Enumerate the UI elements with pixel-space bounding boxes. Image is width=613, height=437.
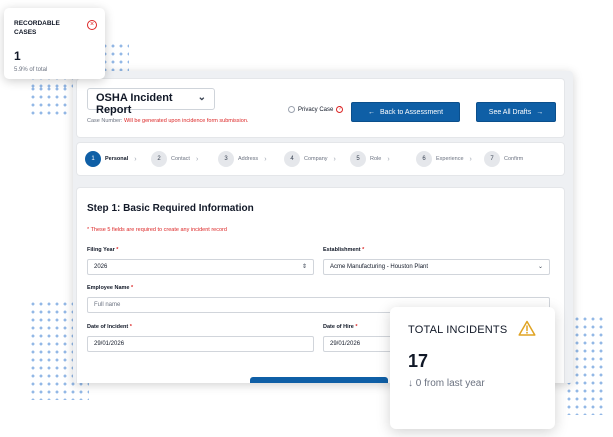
step-number: 2 — [151, 151, 167, 167]
step-address[interactable]: 3 Address › — [218, 151, 267, 167]
step-number: 1 — [85, 151, 101, 167]
see-all-drafts-label: See All Drafts — [488, 108, 532, 116]
employee-name-placeholder: Full name — [94, 302, 121, 308]
filing-year-label-text: Filing Year — [87, 247, 115, 253]
chevron-right-icon: › — [333, 155, 336, 163]
form-title: Step 1: Basic Required Information — [87, 203, 254, 214]
case-number-value: Will be generated upon incidence form su… — [124, 118, 249, 124]
step-number: 6 — [416, 151, 432, 167]
up-down-arrows-icon[interactable]: ⇕ — [302, 263, 307, 270]
step-personal[interactable]: 1 Personal › — [85, 151, 137, 167]
form-stepper: 1 Personal › 2 Contact › 3 Address › 4 C… — [77, 143, 564, 175]
chevron-right-icon: › — [195, 155, 199, 163]
employee-name-label: Employee Name * — [87, 285, 133, 291]
privacy-case-checkbox[interactable] — [288, 106, 295, 113]
case-number-label: Case Number: — [87, 118, 123, 124]
chevron-right-icon: › — [469, 155, 472, 163]
date-of-hire-label-text: Date of Hire — [323, 324, 354, 330]
total-incidents-subtitle: ↓ 0 from last year — [408, 378, 485, 389]
required-mark: * — [131, 285, 134, 291]
case-number-line: Case Number: Will be generated upon inci… — [87, 118, 248, 124]
step-contact[interactable]: 2 Contact › — [151, 151, 198, 167]
see-all-drafts-button[interactable]: See All Drafts → — [476, 102, 556, 122]
report-type-value: OSHA Incident Report — [96, 92, 173, 116]
date-of-incident-value: 29/01/2026 — [94, 341, 125, 347]
recordable-cases-card: RECORDABLE CASES × 1 5.9% of total — [4, 8, 105, 79]
recordable-cases-subtitle: 5.9% of total — [14, 67, 48, 73]
total-incidents-title: TOTAL INCIDENTS — [408, 324, 508, 336]
filing-year-label: Filing Year * — [87, 247, 118, 253]
total-incidents-value: 17 — [408, 351, 429, 371]
privacy-case-toggle[interactable]: Privacy Case ? — [288, 106, 344, 113]
report-header: OSHA Incident Report ⌄ Case Number: Will… — [77, 79, 564, 137]
step-role[interactable]: 5 Role › — [350, 151, 390, 167]
required-mark: * — [355, 324, 358, 330]
back-to-assessment-button[interactable]: ← Back to Assessment — [351, 102, 460, 122]
date-of-incident-label-text: Date of Incident — [87, 324, 129, 330]
date-of-incident-label: Date of Incident * — [87, 324, 132, 330]
page-canvas: OSHA Incident Report ⌄ Case Number: Will… — [0, 0, 613, 437]
step-label: Address — [238, 156, 259, 162]
decor-dots-left — [29, 85, 69, 115]
establishment-value: Acme Manufacturing - Houston Plant — [330, 264, 429, 270]
recordable-cases-title: RECORDABLE CASES — [14, 20, 60, 36]
required-mark: * — [129, 324, 132, 330]
step-label: Contact — [171, 156, 190, 162]
step-label: Personal — [105, 156, 129, 162]
step-company[interactable]: 4 Company › — [284, 151, 336, 167]
filing-year-stepper[interactable]: 2026 ⇕ — [87, 259, 314, 275]
arrow-left-icon: ← — [367, 108, 375, 116]
date-of-hire-label: Date of Hire * — [323, 324, 358, 330]
step-number: 5 — [350, 151, 366, 167]
employee-name-label-text: Employee Name — [87, 285, 130, 291]
date-of-hire-value: 29/01/2026 — [330, 341, 361, 347]
chevron-right-icon: › — [264, 155, 267, 163]
filing-year-value: 2026 — [94, 264, 108, 270]
chevron-right-icon: › — [387, 155, 390, 163]
report-type-select[interactable]: OSHA Incident Report ⌄ — [87, 88, 215, 116]
arrow-right-icon: → — [536, 108, 544, 116]
privacy-case-label: Privacy Case — [298, 106, 334, 113]
chevron-down-icon: ⌄ — [197, 92, 206, 103]
back-to-assessment-label: Back to Assessment — [379, 108, 444, 116]
step-label: Role — [370, 156, 382, 162]
step-number: 4 — [284, 151, 300, 167]
establishment-label: Establishment * — [323, 247, 364, 253]
date-of-incident-input[interactable]: 29/01/2026 — [87, 336, 314, 352]
warning-icon — [518, 320, 536, 336]
step-confirm[interactable]: 7 Confirm — [484, 151, 523, 167]
step-label: Experience — [436, 156, 464, 162]
total-incidents-card: TOTAL INCIDENTS 17 ↓ 0 from last year — [390, 307, 555, 429]
close-circle-icon: × — [87, 20, 97, 30]
chevron-down-icon: ⌄ — [537, 264, 543, 270]
chevron-right-icon: › — [134, 155, 137, 163]
step-number: 3 — [218, 151, 234, 167]
help-icon[interactable]: ? — [336, 106, 344, 113]
step-label: Company — [304, 156, 328, 162]
required-mark: * — [362, 247, 365, 253]
step-number: 7 — [484, 151, 500, 167]
step-label: Confirm — [504, 156, 524, 162]
establishment-select[interactable]: Acme Manufacturing - Houston Plant ⌄ — [323, 259, 550, 275]
step-experience[interactable]: 6 Experience › — [416, 151, 472, 167]
required-mark: * — [116, 247, 119, 253]
establishment-label-text: Establishment — [323, 247, 361, 253]
submit-button[interactable] — [250, 377, 388, 383]
required-fields-note: * These 5 fields are required to create … — [87, 227, 227, 233]
recordable-cases-value: 1 — [14, 49, 21, 63]
